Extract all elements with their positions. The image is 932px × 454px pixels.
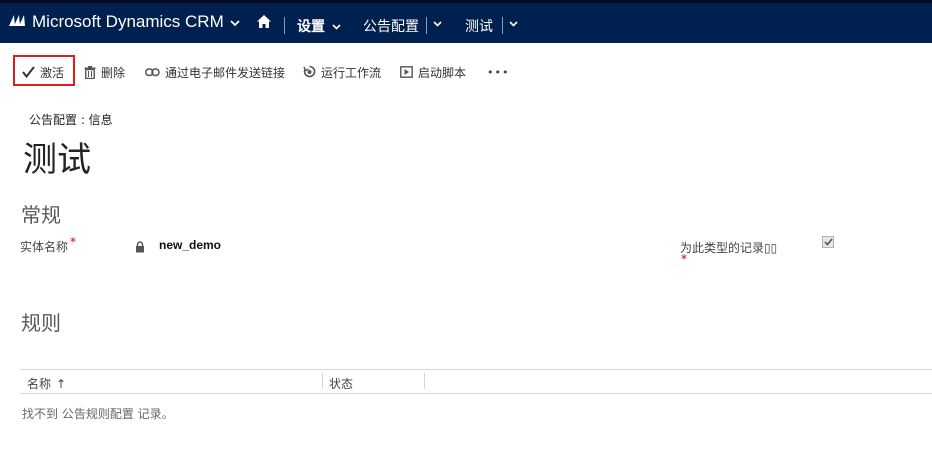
command-bar: 激活 删除 通过电子邮件发送链接 运行工作流 启动脚本 •••	[0, 43, 932, 101]
nav-divider	[284, 17, 285, 34]
column-divider[interactable]	[322, 373, 323, 389]
activate-highlight	[13, 55, 75, 86]
column-header-label: 名称	[27, 377, 52, 391]
entity-name-value: new_demo	[159, 238, 222, 252]
nav-area-label: 公告配置	[363, 19, 419, 35]
rules-section-title: 规则	[21, 311, 61, 335]
start-dialog-label: 启动脚本	[418, 65, 467, 80]
run-workflow-button[interactable]: 运行工作流	[303, 58, 381, 86]
app-title: Microsoft Dynamics CRM	[32, 12, 224, 31]
nav-record[interactable]: 测试	[465, 16, 493, 36]
home-icon[interactable]	[256, 14, 272, 29]
column-header-status[interactable]: 状态	[329, 375, 353, 392]
required-indicator: *	[681, 252, 687, 266]
page-title: 测试	[23, 140, 91, 180]
column-header-name[interactable]: 名称 ↑	[27, 375, 66, 392]
nav-record-label: 测试	[465, 19, 493, 35]
entity-name-label: 实体名称	[20, 240, 69, 254]
app-brand[interactable]: Microsoft Dynamics CRM	[8, 12, 244, 32]
nav-settings-label: 设置	[297, 19, 325, 35]
nav-area[interactable]: 公告配置	[363, 16, 419, 36]
run-workflow-label: 运行工作流	[321, 65, 382, 80]
start-dialog-button[interactable]: 启动脚本	[400, 58, 466, 86]
chevron-down-icon[interactable]	[332, 18, 341, 34]
lock-icon	[135, 238, 145, 257]
nav-divider	[502, 17, 503, 34]
column-divider[interactable]	[424, 373, 425, 389]
delete-label: 删除	[101, 65, 126, 80]
play-icon	[400, 66, 413, 78]
rules-grid-header: 名称 ↑ 状态	[20, 369, 932, 394]
column-header-label: 状态	[329, 377, 354, 391]
chevron-down-icon[interactable]	[433, 21, 442, 27]
trash-icon	[84, 65, 96, 79]
chevron-down-icon[interactable]	[230, 12, 244, 32]
nav-settings[interactable]: 设置	[297, 16, 341, 36]
checkmark-icon	[823, 238, 833, 246]
required-indicator: *	[70, 235, 76, 249]
more-commands-button[interactable]: •••	[487, 58, 509, 86]
record-type-label: 为此类型的记录▯▯	[680, 241, 778, 255]
nav-divider	[426, 17, 427, 34]
email-link-button[interactable]: 通过电子邮件发送链接	[145, 58, 285, 86]
form-kind-label: 公告配置 : 信息	[29, 113, 113, 127]
sort-ascending-icon: ↑	[56, 376, 67, 391]
general-section-title: 常规	[21, 203, 61, 227]
top-navigation-bar: Microsoft Dynamics CRM 设置 公告配置 测试	[0, 0, 932, 43]
grid-empty-message: 找不到 公告规则配置 记录。	[22, 407, 174, 421]
link-icon	[145, 67, 160, 77]
dynamics-logo-icon	[8, 12, 32, 32]
more-icon: •••	[487, 65, 510, 79]
workflow-icon	[303, 65, 316, 79]
delete-button[interactable]: 删除	[84, 58, 125, 86]
chevron-down-icon[interactable]	[509, 21, 518, 27]
record-type-checkbox[interactable]	[822, 236, 834, 248]
email-link-label: 通过电子邮件发送链接	[165, 65, 286, 80]
